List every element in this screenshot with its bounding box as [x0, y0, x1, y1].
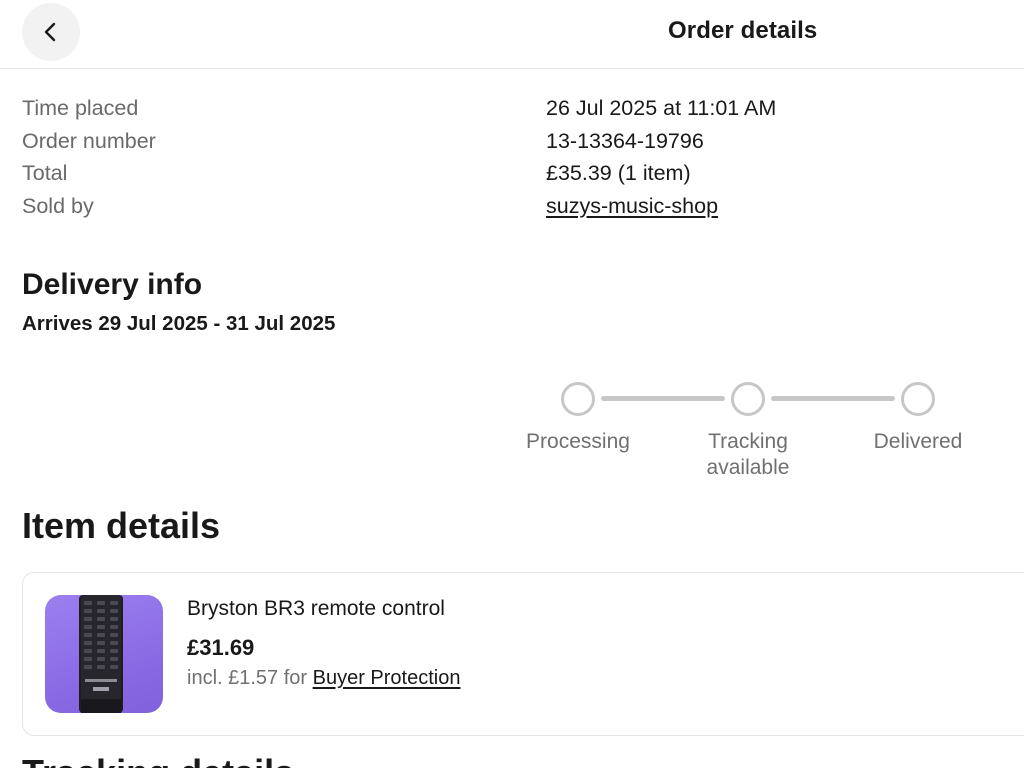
step-label-delivered: Delivered — [848, 429, 988, 455]
delivery-progress-tracker: Processing Tracking available Delivered — [500, 380, 1000, 490]
delivery-arrival-dates: Arrives 29 Jul 2025 - 31 Jul 2025 — [22, 312, 336, 335]
summary-value: 26 Jul 2025 at 11:01 AM — [546, 96, 777, 120]
summary-row-time-placed: Time placed 26 Jul 2025 at 11:01 AM — [22, 96, 1022, 129]
summary-value: 13-13364-19796 — [546, 128, 704, 153]
summary-label: Time placed — [22, 96, 139, 120]
delivery-info-heading: Delivery info — [22, 268, 203, 301]
item-thumbnail[interactable] — [45, 595, 163, 713]
item-price: £31.69 — [187, 635, 255, 660]
progress-connector — [601, 396, 725, 401]
item-card[interactable]: Bryston BR3 remote control £31.69 incl. … — [22, 572, 1024, 736]
item-fee-text: incl. £1.57 for — [187, 667, 313, 689]
app-header: Order details — [0, 0, 1024, 69]
order-summary: Time placed 26 Jul 2025 at 11:01 AM Orde… — [22, 96, 1022, 226]
summary-row-order-number: Order number 13-13364-19796 — [22, 129, 1022, 162]
back-button[interactable] — [22, 3, 80, 61]
buyer-protection-link[interactable]: Buyer Protection — [313, 667, 461, 689]
remote-control-image — [79, 595, 123, 713]
step-label-tracking: Tracking available — [678, 429, 818, 481]
step-indicator-tracking — [731, 382, 765, 416]
summary-row-sold-by: Sold by suzys-music-shop — [22, 194, 1022, 227]
summary-row-total: Total £35.39 (1 item) — [22, 161, 1022, 194]
item-fee-note: incl. £1.57 for Buyer Protection — [187, 667, 460, 690]
summary-label: Sold by — [22, 193, 94, 218]
step-label-line: Tracking — [708, 430, 788, 453]
summary-value: £35.39 (1 item) — [546, 161, 691, 185]
progress-connector — [771, 396, 895, 401]
tracking-details-heading: Tracking details — [22, 752, 294, 768]
step-label-line: Processing — [526, 430, 630, 453]
seller-link[interactable]: suzys-music-shop — [546, 194, 718, 219]
summary-label: Total — [22, 161, 68, 185]
item-details-heading: Item details — [22, 505, 221, 546]
summary-label: Order number — [22, 128, 156, 153]
item-title[interactable]: Bryston BR3 remote control — [187, 597, 445, 621]
step-indicator-processing — [561, 382, 595, 416]
step-label-line: available — [706, 456, 790, 479]
page-title: Order details — [668, 17, 818, 44]
chevron-left-icon — [44, 22, 56, 42]
step-indicator-delivered — [901, 382, 935, 416]
step-label-processing: Processing — [508, 429, 648, 455]
step-label-line: Delivered — [873, 430, 963, 453]
